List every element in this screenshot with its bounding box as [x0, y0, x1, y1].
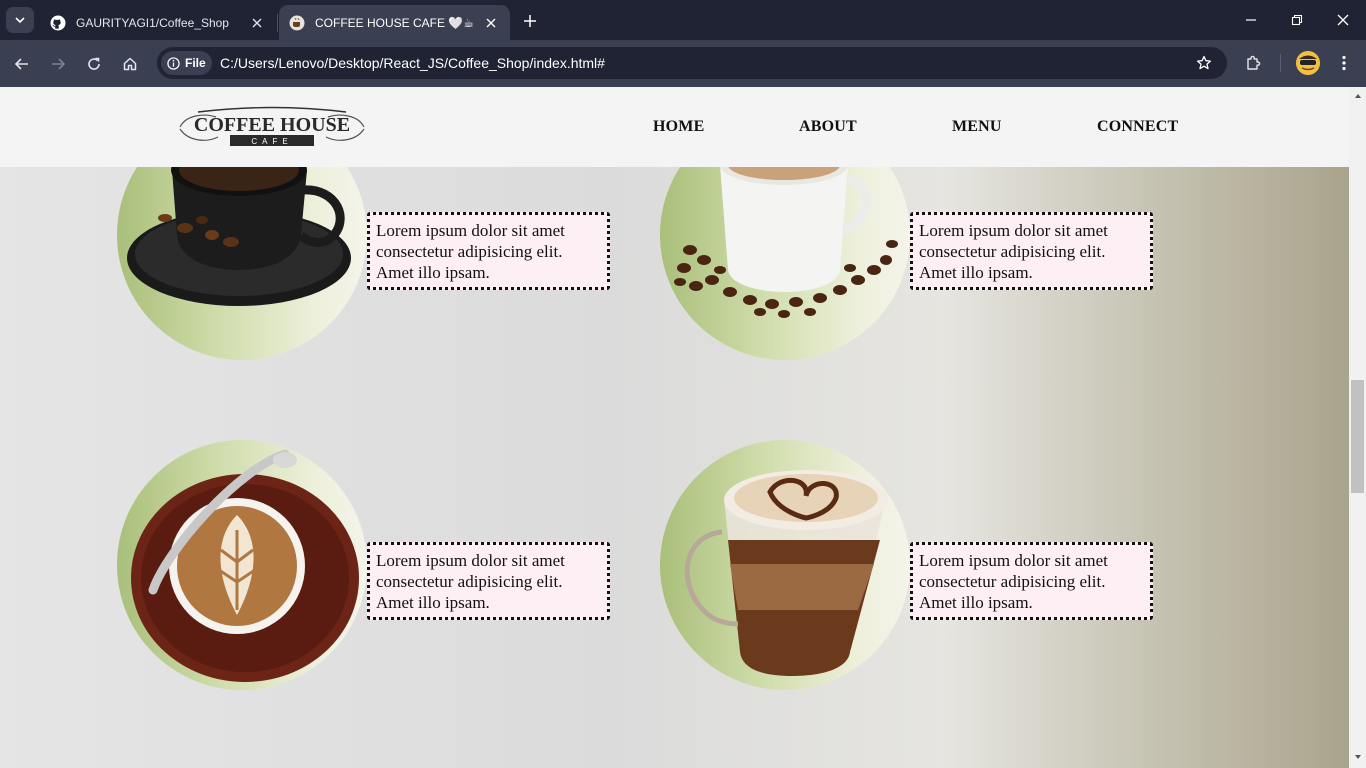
menu-item-image — [117, 440, 367, 690]
chevron-down-icon — [15, 17, 25, 24]
coffee-favicon-icon — [289, 15, 305, 31]
logo-line2: CAFE — [251, 137, 292, 146]
nav-connect[interactable]: CONNECT — [1097, 118, 1178, 136]
tab-github[interactable]: GAURITYAGI1/Coffee_Shop — [40, 5, 276, 40]
new-tab-button[interactable] — [518, 9, 542, 33]
minimize-icon — [1246, 19, 1256, 21]
menu-item-image — [660, 440, 910, 690]
nav-home[interactable]: HOME — [653, 118, 704, 136]
scroll-down-button[interactable] — [1349, 750, 1366, 764]
logo-line1: COFFEE HOUSE — [194, 114, 350, 136]
github-icon — [50, 15, 66, 31]
nav-menu[interactable]: MENU — [952, 118, 1002, 136]
arrow-right-icon — [52, 58, 66, 70]
latte-art-cup-image — [131, 449, 359, 682]
restore-button[interactable] — [1274, 6, 1320, 34]
minimize-button[interactable] — [1228, 6, 1274, 34]
close-icon — [1337, 14, 1349, 26]
tab-title: GAURITYAGI1/Coffee_Shop — [76, 15, 229, 30]
extensions-button[interactable] — [1241, 51, 1267, 75]
tab-coffee-house[interactable]: COFFEE HOUSE CAFE 🤍☕ — [279, 5, 510, 40]
reload-button[interactable] — [80, 50, 108, 78]
toolbar-divider — [1280, 54, 1281, 72]
menu-item-description: Lorem ipsum dolor sit amet consectetur a… — [367, 542, 610, 620]
browser-menu-button[interactable] — [1333, 51, 1355, 75]
restore-icon — [1291, 14, 1303, 26]
reload-icon — [88, 57, 100, 70]
puzzle-icon — [1247, 55, 1261, 70]
coffee-house-logo-icon: COFFEE HOUSE CAFE — [179, 106, 365, 146]
star-icon — [1196, 55, 1212, 70]
forward-button[interactable] — [44, 50, 72, 78]
site-info-chip[interactable]: File — [161, 51, 212, 75]
tab-divider — [277, 14, 278, 32]
menu-item-description: Lorem ipsum dolor sit amet consectetur a… — [910, 542, 1153, 620]
back-button[interactable] — [8, 50, 36, 78]
avatar-icon — [1296, 51, 1320, 75]
site-logo[interactable]: COFFEE HOUSE CAFE — [176, 105, 368, 149]
url-text[interactable]: C:/Users/Lenovo/Desktop/React_JS/Coffee_… — [220, 55, 605, 71]
close-window-button[interactable] — [1320, 6, 1366, 34]
site-header: COFFEE HOUSE CAFE HOME ABOUT MENU CONNEC… — [0, 87, 1349, 167]
browser-tab-bar: GAURITYAGI1/Coffee_Shop COFFEE HOUSE CAF… — [0, 0, 1366, 40]
close-tab-icon[interactable] — [482, 14, 500, 32]
scrollbar-thumb[interactable] — [1351, 380, 1364, 493]
close-tab-icon[interactable] — [248, 14, 266, 32]
profile-avatar[interactable] — [1296, 51, 1320, 75]
bookmark-button[interactable] — [1192, 51, 1216, 75]
scroll-up-button[interactable] — [1349, 89, 1366, 103]
triangle-down-icon — [1354, 755, 1361, 759]
home-button[interactable] — [116, 50, 144, 78]
security-label: File — [185, 56, 206, 70]
page-viewport: COFFEE HOUSE CAFE HOME ABOUT MENU CONNEC… — [0, 87, 1349, 768]
nav-about[interactable]: ABOUT — [799, 118, 857, 136]
cappuccino-glass-image — [684, 470, 888, 676]
home-icon — [123, 57, 137, 71]
info-icon — [167, 56, 180, 70]
tab-title: COFFEE HOUSE CAFE 🤍☕ — [315, 15, 475, 30]
more-vertical-icon — [1342, 55, 1346, 71]
tab-search-button[interactable] — [6, 7, 34, 33]
menu-item-description: Lorem ipsum dolor sit amet consectetur a… — [367, 212, 610, 290]
triangle-up-icon — [1354, 94, 1361, 98]
plus-icon — [524, 15, 536, 27]
arrow-left-icon — [14, 58, 28, 70]
menu-item-description: Lorem ipsum dolor sit amet consectetur a… — [910, 212, 1153, 290]
